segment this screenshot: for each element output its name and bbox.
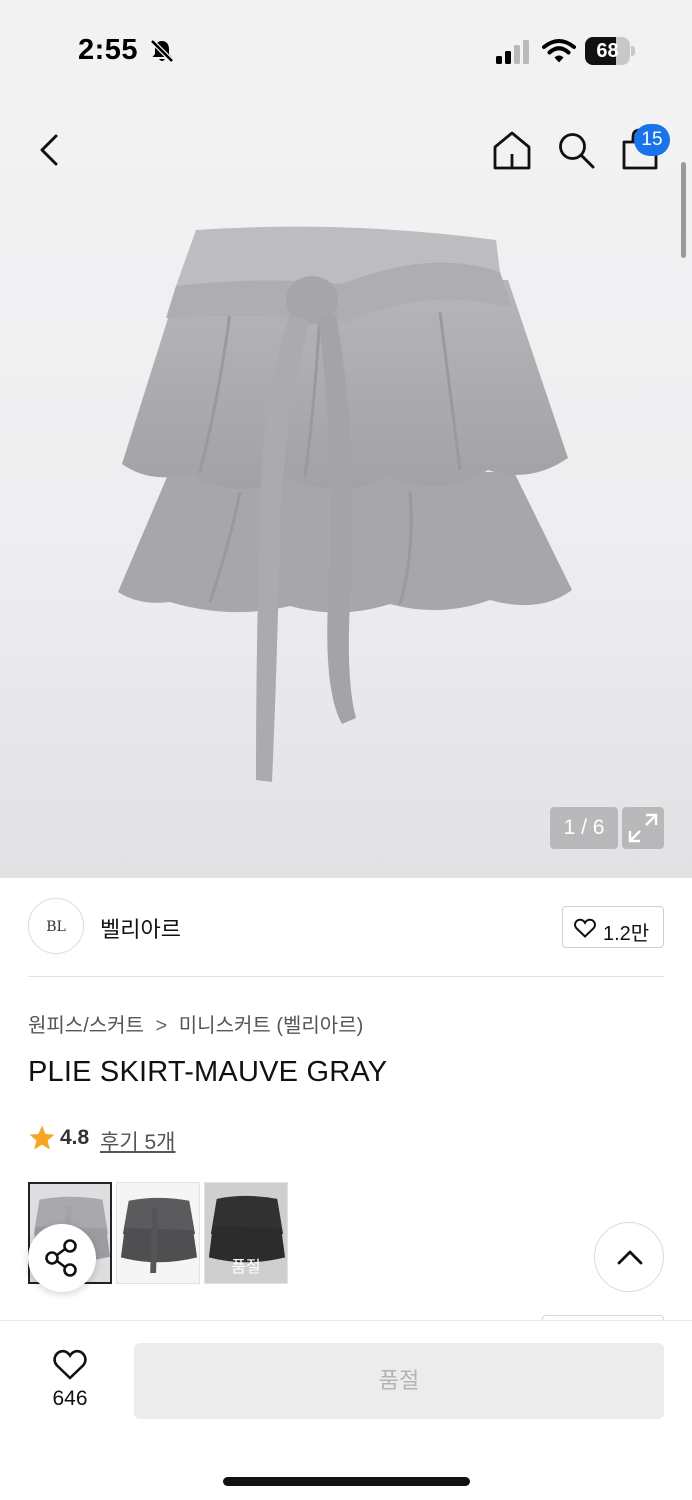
breadcrumb: 원피스/스커트 > 미니스커트 (벨리아르) [28, 1009, 363, 1038]
breadcrumb-subcategory[interactable]: 미니스커트 (벨리아르) [179, 1015, 363, 1037]
soldout-label: 품절 [231, 1259, 261, 1276]
cellular-signal-icon [496, 40, 529, 64]
rating-value: 4.8 [60, 1126, 90, 1149]
bottom-action-bar: 646 품절 [0, 1320, 692, 1500]
brand-like-button[interactable]: 1.2만 [562, 906, 664, 948]
thumbnail-image [120, 1197, 198, 1274]
divider [28, 976, 664, 977]
wishlist-count: 646 [52, 1387, 88, 1410]
chevron-up-icon [617, 1250, 643, 1265]
heart-icon [573, 918, 597, 938]
star-icon [29, 1125, 55, 1150]
product-image-gallery[interactable]: 15 1 / 6 [0, 100, 692, 878]
product-image [118, 226, 572, 782]
status-time: 2:55 [78, 34, 139, 66]
brand-logo[interactable]: BL [28, 898, 84, 954]
sold-out-button[interactable]: 품절 [134, 1343, 664, 1419]
wifi-icon [542, 39, 576, 63]
image-page-counter: 1 / 6 [550, 807, 618, 849]
scroll-indicator [681, 162, 686, 258]
status-bar: 2:55 68 [0, 0, 692, 100]
expand-icon [628, 813, 658, 843]
color-thumbnail-charcoal[interactable] [116, 1182, 200, 1284]
bell-off-icon [150, 39, 174, 63]
battery-icon: 68 [585, 37, 635, 65]
scroll-to-top-button[interactable] [594, 1222, 664, 1292]
expand-image-button[interactable] [622, 807, 664, 849]
share-icon [45, 1239, 77, 1277]
brand-name[interactable]: 벨리아르 [100, 912, 181, 944]
heart-icon[interactable] [52, 1347, 88, 1381]
color-thumbnail-black[interactable]: 품절 [204, 1182, 288, 1284]
review-count-link[interactable]: 후기 5개 [100, 1126, 175, 1156]
breadcrumb-category[interactable]: 원피스/스커트 [28, 1015, 144, 1037]
search-icon[interactable] [556, 130, 596, 170]
chevron-right-icon: > [155, 1015, 168, 1037]
brand-like-count: 1.2만 [603, 923, 650, 945]
cart-count-badge[interactable]: 15 [634, 124, 670, 156]
brand-row[interactable]: BL 벨리아르 1.2만 [28, 898, 664, 956]
battery-percent: 68 [596, 40, 619, 62]
share-button[interactable] [28, 1224, 96, 1292]
product-title: PLIE SKIRT-MAUVE GRAY [28, 1056, 388, 1088]
home-indicator [223, 1477, 470, 1486]
back-chevron-icon[interactable] [32, 130, 68, 170]
home-icon[interactable] [490, 128, 534, 172]
